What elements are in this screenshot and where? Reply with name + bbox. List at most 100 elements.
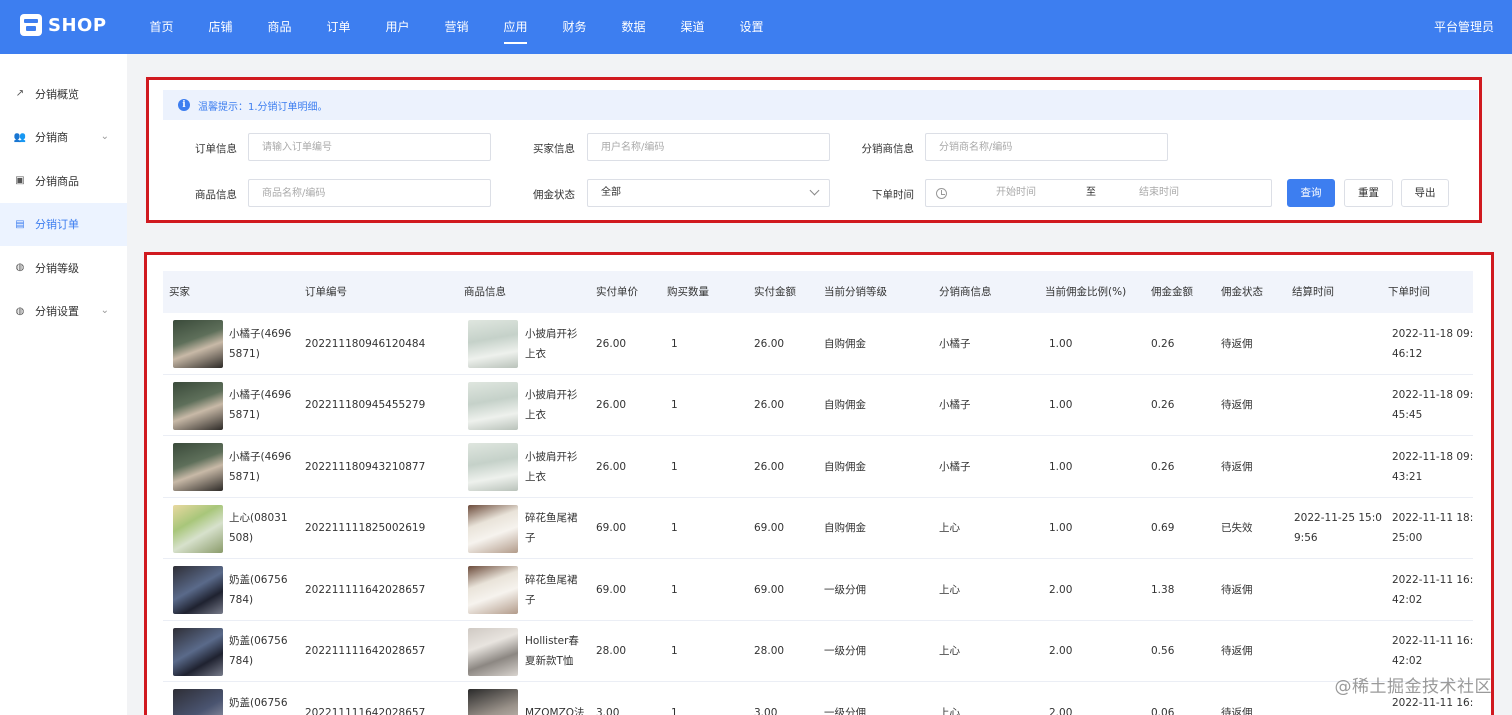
cell-level: 自购佣金 [824, 399, 866, 411]
search-button[interactable]: 查询 [1287, 179, 1335, 207]
sidebar-item[interactable]: ▤ 分销订单 [0, 202, 127, 246]
commission-status-select[interactable]: 全部 [587, 179, 830, 207]
cell-commission: 0.06 [1151, 706, 1175, 715]
start-time-placeholder[interactable]: 开始时间 [996, 180, 1036, 206]
column-header-level: 当前分销等级 [824, 286, 887, 298]
sidebar-item-label: 分销设置 [35, 305, 79, 319]
admin-user-menu[interactable]: 平台管理员 [1434, 0, 1494, 54]
table-row[interactable]: 小橘子(46965871) 202211180946120484 小披肩开衫上衣 26… [163, 313, 1473, 375]
chart-line-icon: ↗ [15, 88, 25, 100]
cell-settle-time: 2022-11-25 15:09:56 [1294, 512, 1382, 544]
nav-item[interactable]: 店铺 [191, 0, 250, 54]
cell-distributor: 上心 [939, 522, 960, 534]
cell-order-no: 202211180945455279 [305, 399, 426, 411]
buyer-avatar [173, 689, 223, 715]
cell-rate: 2.00 [1049, 583, 1073, 596]
table-row[interactable]: 奶盖(06756784) 202211111642028657 Hollister春… [163, 621, 1473, 682]
shop-logo-icon [20, 14, 42, 36]
product-thumbnail [468, 504, 518, 553]
cell-order-time: 2022-11-18 09:45:45 [1392, 389, 1474, 421]
cell-order-time: 2022-11-11 18:25:00 [1392, 512, 1474, 544]
cell-amount: 26.00 [754, 460, 785, 473]
sidebar-item-label: 分销等级 [35, 261, 79, 275]
nav-item[interactable]: 渠道 [663, 0, 722, 54]
cell-distributor: 上心 [939, 645, 960, 657]
cell-product: Hollister春夏新款T恤 [525, 635, 579, 667]
nav-item[interactable]: 数据 [604, 0, 663, 54]
table-row[interactable]: 小橘子(46965871) 202211180943210877 小披肩开衫上衣 26… [163, 436, 1473, 498]
cell-commission: 0.56 [1151, 645, 1175, 657]
cell-qty: 1 [671, 522, 678, 534]
table-row[interactable]: 小橘子(46965871) 202211180945455279 小披肩开衫上衣 26… [163, 375, 1474, 436]
order-time-range-picker[interactable]: 开始时间 至 结束时间 [925, 179, 1272, 207]
table-row[interactable]: 奶盖(06756784) 202211111642028657 碎花鱼尾裙子 69.0… [163, 559, 1473, 621]
table-row[interactable]: 上心(08031508) 202211111825002619 碎花鱼尾裙子 69.0… [163, 498, 1474, 559]
cell-order-no: 202211180946120484 [305, 337, 426, 350]
cell-qty: 1 [671, 583, 678, 596]
cell-distributor: 上心 [939, 583, 960, 596]
top-navbar: SHOP 首页 店铺 商品 订单 用户 营销 应用 财务 数据 渠道 设置 平台管理员 [0, 0, 1512, 54]
nav-item[interactable]: 订单 [309, 0, 368, 54]
clock-icon [936, 188, 947, 199]
buyer-info-input[interactable] [587, 133, 830, 161]
nav-item[interactable]: 财务 [545, 0, 604, 54]
tip-banner: i 温馨提示：1.分销订单明细。 [163, 90, 1478, 120]
order-number-input[interactable] [248, 133, 491, 161]
cell-order-time: 2022-11-11 16:42:02 [1392, 573, 1474, 606]
date-range-separator: 至 [1086, 187, 1096, 198]
nav-item[interactable]: 用户 [368, 0, 427, 54]
main-nav: 首页 店铺 商品 订单 用户 营销 应用 财务 数据 渠道 设置 [132, 0, 781, 54]
product-thumbnail [468, 381, 518, 430]
cell-qty: 1 [671, 337, 678, 350]
cell-product: 小披肩开衫上衣 [525, 450, 578, 483]
cell-qty: 1 [671, 460, 678, 473]
cell-unit-price: 26.00 [596, 460, 627, 473]
logo[interactable]: SHOP [20, 14, 107, 36]
cell-status: 待返佣 [1221, 583, 1253, 596]
cell-level: 自购佣金 [824, 337, 866, 350]
export-button[interactable]: 导出 [1401, 179, 1449, 207]
cell-commission: 0.26 [1151, 337, 1175, 350]
order-doc-icon: ▤ [15, 218, 25, 230]
cell-level: 自购佣金 [824, 522, 866, 534]
cell-buyer: 上心(08031508) [229, 512, 288, 544]
cell-product: 碎花鱼尾裙子 [525, 573, 578, 606]
table-row[interactable]: 奶盖(06756784) 202211111642028657 MZOMZO法 3.0… [163, 682, 1473, 715]
column-header-amount: 实付金额 [754, 286, 796, 298]
cell-amount: 26.00 [754, 399, 785, 411]
end-time-placeholder[interactable]: 结束时间 [1139, 180, 1179, 206]
sidebar-item[interactable]: ↗ 分销概览 [0, 72, 127, 116]
product-info-input[interactable] [248, 179, 491, 207]
filter-panel: i 温馨提示：1.分销订单明细。 订单信息 买家信息 分销商信息 商品信息 佣金… [146, 77, 1482, 223]
cell-qty: 1 [671, 706, 678, 715]
cell-status: 待返佣 [1221, 337, 1253, 350]
sidebar-item[interactable]: 👥 分销商 ⌄ [0, 116, 127, 160]
nav-item[interactable]: 设置 [722, 0, 781, 54]
buyer-info-label: 买家信息 [533, 143, 575, 155]
distributor-info-input[interactable] [925, 133, 1168, 161]
cell-status: 待返佣 [1221, 645, 1253, 657]
sidebar-item[interactable]: ◍ 分销设置 ⌄ [0, 290, 127, 334]
nav-item[interactable]: 首页 [132, 0, 191, 54]
nav-item[interactable]: 营销 [427, 0, 486, 54]
product-thumbnail [468, 443, 518, 491]
cell-rate: 1.00 [1049, 399, 1073, 411]
cell-amount: 28.00 [754, 645, 785, 657]
cell-order-no: 202211180943210877 [305, 460, 426, 473]
cell-distributor: 上心 [939, 706, 960, 715]
user-settings-icon: ◍ [15, 305, 25, 317]
column-header-unit-price: 实付单价 [596, 286, 638, 298]
product-thumbnail [468, 566, 518, 614]
cell-qty: 1 [671, 399, 678, 411]
reset-button[interactable]: 重置 [1344, 179, 1393, 207]
sidebar-item[interactable]: ◍ 分销等级 [0, 246, 127, 290]
sidebar-item-label: 分销订单 [35, 218, 79, 232]
sidebar-item[interactable]: ▣ 分销商品 [0, 159, 127, 203]
buyer-avatar [173, 504, 223, 553]
cell-unit-price: 69.00 [596, 522, 627, 534]
nav-item[interactable]: 应用 [486, 0, 545, 54]
cell-qty: 1 [671, 645, 678, 657]
cell-rate: 2.00 [1049, 645, 1073, 657]
nav-item[interactable]: 商品 [250, 0, 309, 54]
buyer-avatar [173, 627, 223, 676]
